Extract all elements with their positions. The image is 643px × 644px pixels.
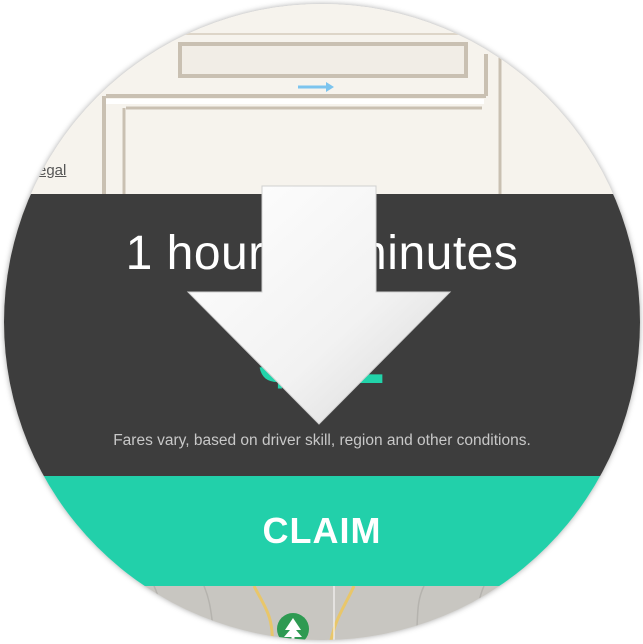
map-bottom[interactable] — [4, 586, 640, 640]
tree-icon — [277, 613, 309, 640]
map-terrain — [4, 586, 640, 640]
claim-button[interactable]: CLAIM — [4, 476, 640, 586]
map-streets — [4, 4, 640, 194]
map-top[interactable]: egal — [4, 4, 640, 194]
fare-note: Fares vary, based on driver skill, regio… — [113, 432, 531, 449]
street-label: egal — [38, 162, 67, 179]
location-pin-icon — [4, 4, 48, 42]
ride-info-panel: 1 hour 22 minutes $22 Fares vary, based … — [4, 194, 640, 476]
fare-amount: $22 — [258, 315, 386, 400]
direction-arrow-icon — [298, 82, 334, 92]
magnifier-lens: egal 1 hour 22 minutes $22 Fares vary, b… — [4, 4, 640, 640]
ride-duration: 1 hour 22 minutes — [125, 227, 519, 280]
